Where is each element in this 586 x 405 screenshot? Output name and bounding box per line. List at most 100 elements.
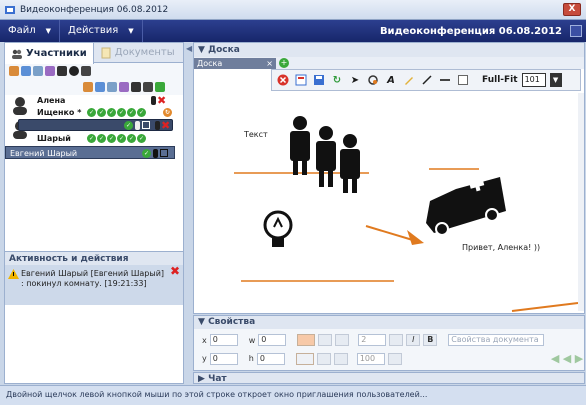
invite-icon[interactable] xyxy=(9,66,19,76)
people-icon xyxy=(290,116,360,193)
check-icon[interactable]: ✓ xyxy=(127,108,136,117)
list-item[interactable]: Ищенко * ✓ ✓ ✓ ✓ ✓ ✓ ↻ xyxy=(5,107,183,119)
conference-title: Видеоконференция 06.08.2012 xyxy=(379,25,562,37)
dismiss-icon[interactable]: ✖ xyxy=(170,265,180,277)
microphone-icon[interactable] xyxy=(135,121,140,130)
remove-participant-icon[interactable]: ✖ xyxy=(161,120,170,131)
lasso-icon[interactable] xyxy=(366,73,380,87)
group-icon[interactable] xyxy=(95,82,105,92)
invite-icon[interactable] xyxy=(83,82,93,92)
check-icon[interactable]: ✓ xyxy=(117,134,126,143)
close-icon[interactable]: × xyxy=(266,58,273,69)
microphone-icon[interactable] xyxy=(155,121,160,130)
color-picker-button[interactable] xyxy=(335,334,350,346)
pointer-icon[interactable]: ➤ xyxy=(348,73,362,87)
add-user-icon[interactable] xyxy=(155,82,165,92)
window-icon[interactable] xyxy=(160,149,168,157)
check-icon[interactable]: ✓ xyxy=(137,134,146,143)
checkbox-icon[interactable] xyxy=(456,73,470,87)
collapse-left-panel-icon[interactable]: ◀ xyxy=(186,44,192,53)
check-icon[interactable]: ✓ xyxy=(127,134,136,143)
check-icon[interactable]: ✓ xyxy=(87,108,96,117)
h-input[interactable]: 0 xyxy=(256,352,285,365)
line-icon[interactable] xyxy=(420,73,434,87)
bold-button[interactable]: B xyxy=(423,334,438,346)
group-icon[interactable] xyxy=(21,66,31,76)
stroke-stepper[interactable] xyxy=(389,334,404,346)
document-properties-field[interactable]: Свойства документа xyxy=(448,334,545,346)
y-input[interactable]: 0 xyxy=(209,352,238,365)
color-picker-button[interactable] xyxy=(318,334,333,346)
stroke-width-icon[interactable] xyxy=(438,73,452,87)
menu-actions[interactable]: Действия ▼ xyxy=(60,20,143,42)
fullfit-label[interactable]: Full-Fit xyxy=(482,75,518,85)
pencil-icon[interactable] xyxy=(402,73,416,87)
clear-icon[interactable] xyxy=(276,73,290,87)
window-icon[interactable] xyxy=(142,121,150,129)
x-input[interactable]: 0 xyxy=(209,334,238,346)
brush-icon[interactable] xyxy=(81,66,91,76)
camera-icon[interactable] xyxy=(119,82,129,92)
tab-board[interactable]: Доска × xyxy=(194,57,276,69)
canvas-text-label[interactable]: Текст xyxy=(244,130,268,139)
screen-icon[interactable] xyxy=(107,82,117,92)
color-picker-button[interactable] xyxy=(333,352,348,365)
check-icon[interactable]: ✓ xyxy=(142,149,151,158)
save-icon[interactable] xyxy=(312,73,326,87)
participants-toolbar-2 xyxy=(5,79,183,95)
microphone-icon[interactable] xyxy=(151,96,156,105)
italic-button[interactable]: I xyxy=(406,334,421,346)
activity-item[interactable]: Евгений Шарый [Евгений Шарый] : покинул … xyxy=(5,265,183,305)
opacity-stepper[interactable] xyxy=(387,352,402,365)
zoom-dropdown-icon[interactable]: ▼ xyxy=(549,73,562,87)
open-icon[interactable] xyxy=(294,73,308,87)
refresh-icon[interactable]: ↻ xyxy=(330,73,344,87)
tab-participants[interactable]: Участники xyxy=(5,43,94,64)
list-item[interactable]: Алена ✖ xyxy=(5,95,183,107)
nav-arrows-icon[interactable]: ◀ ◀ ▶ xyxy=(551,352,583,365)
board-header: ▼ Доска xyxy=(194,43,584,57)
zoom-input[interactable]: 101 xyxy=(521,73,546,87)
canvas-greeting-text[interactable]: Привет, Аленка! )) xyxy=(462,243,540,252)
check-icon[interactable]: ✓ xyxy=(87,134,96,143)
check-icon[interactable]: ✓ xyxy=(97,108,106,117)
text-tool-icon[interactable]: A xyxy=(384,73,398,87)
participant-media-bar[interactable]: ✓ xyxy=(18,119,173,131)
board-scrollbar[interactable] xyxy=(578,93,584,311)
status-bar[interactable]: Двойной щелчок левой кнопкой мыши по это… xyxy=(0,385,586,405)
add-tab-button[interactable]: + xyxy=(279,58,289,68)
camera-icon[interactable] xyxy=(45,66,55,76)
properties-header: ▼ Свойства xyxy=(194,316,584,329)
list-item[interactable]: Шарый ✓ ✓ ✓ ✓ ✓ ✓ xyxy=(5,133,183,145)
stroke-color-swatch[interactable] xyxy=(295,352,314,365)
check-icon[interactable]: ✓ xyxy=(117,108,126,117)
pen-icon[interactable] xyxy=(57,66,67,76)
tab-documents[interactable]: Документы xyxy=(94,43,181,62)
pen-icon[interactable] xyxy=(131,82,141,92)
check-icon[interactable]: ✓ xyxy=(137,108,146,117)
color-picker-button[interactable] xyxy=(316,352,331,365)
participant-name: Шарый xyxy=(37,134,71,143)
check-icon[interactable]: ✓ xyxy=(107,134,116,143)
stroke-width-input[interactable]: 2 xyxy=(358,334,387,346)
opacity-input[interactable]: 100 xyxy=(356,352,385,365)
w-input[interactable]: 0 xyxy=(258,334,287,346)
microphone-icon[interactable] xyxy=(69,66,79,76)
minimize-button[interactable] xyxy=(570,25,582,37)
check-icon[interactable]: ✓ xyxy=(107,108,116,117)
check-icon[interactable]: ✓ xyxy=(124,121,133,130)
brush-icon[interactable] xyxy=(143,82,153,92)
check-icon[interactable]: ✓ xyxy=(97,134,106,143)
menu-file[interactable]: Файл ▼ xyxy=(0,20,61,42)
chat-header[interactable]: ▶ Чат xyxy=(193,372,585,384)
remove-participant-icon[interactable]: ✖ xyxy=(157,95,166,106)
chevron-down-icon: ▼ xyxy=(128,27,134,35)
selected-participant-row[interactable]: Евгений Шарый ✓ xyxy=(5,146,175,159)
screen-icon[interactable] xyxy=(33,66,43,76)
window-close-button[interactable]: X xyxy=(563,3,581,16)
microphone-icon[interactable] xyxy=(153,149,158,158)
fill-color-swatch[interactable] xyxy=(297,334,316,346)
whiteboard-canvas[interactable] xyxy=(194,93,578,313)
media-controls: ✓ xyxy=(124,121,150,130)
refresh-icon[interactable]: ↻ xyxy=(163,108,172,117)
